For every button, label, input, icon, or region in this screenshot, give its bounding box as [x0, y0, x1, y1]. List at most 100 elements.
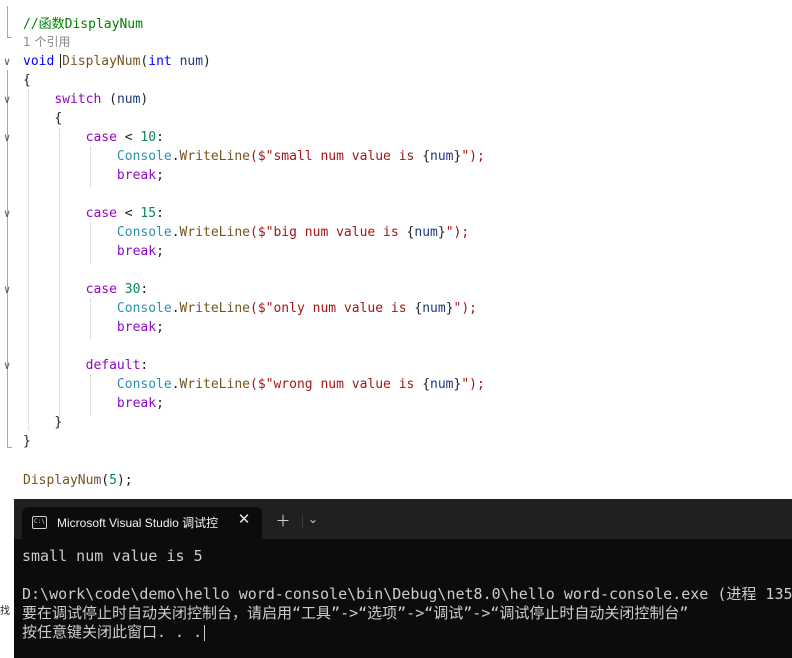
console-text: D:\work\code\demo\hello word-console\bin… [22, 585, 792, 603]
switch-statement: switch (num) [23, 90, 148, 109]
comment-text: //函数DisplayNum [23, 17, 143, 32]
string-text: wrong num value is [273, 377, 423, 392]
case-op: < [116, 206, 141, 221]
string-text: small num value is [273, 149, 423, 164]
method-writeline: WriteLine [179, 377, 250, 392]
string-text: only num value is [273, 301, 415, 316]
break-statement: break; [23, 242, 164, 261]
brace: { [23, 73, 31, 88]
switch-var: num [116, 92, 141, 107]
case-label: case < 10: [23, 128, 164, 147]
dot: . [171, 225, 180, 240]
codelens-text[interactable]: 1 个引用 [23, 35, 70, 49]
fold-toggle-icon[interactable]: ∨ [1, 128, 13, 147]
method-writeline: WriteLine [179, 225, 250, 240]
outline-guide-end [7, 37, 12, 38]
interp-brace: } [445, 301, 454, 316]
method-name: DisplayNum [60, 54, 141, 69]
dot: . [171, 377, 180, 392]
keyword-case: case [85, 282, 117, 297]
string-close: "); [461, 377, 485, 392]
string-open: ($" [250, 225, 274, 240]
method-call: DisplayNum(5); [23, 471, 133, 490]
console-tab[interactable]: C:\ Microsoft Visual Studio 调试控 ✕ [22, 507, 262, 539]
brace: { [54, 111, 63, 126]
console-output-line: D:\work\code\demo\hello word-console\bin… [22, 585, 792, 604]
paren-close: ) [203, 54, 211, 69]
case-op: < [116, 130, 141, 145]
writeline-call: Console.WriteLine($"wrong num value is {… [23, 375, 485, 394]
text-cursor [204, 624, 206, 641]
string-text: big num value is [273, 225, 407, 240]
interp-var: num [430, 377, 454, 392]
method-name: DisplayNum [23, 473, 102, 488]
fold-toggle-icon[interactable]: ∨ [1, 52, 13, 71]
dot: . [171, 149, 180, 164]
console-text: 按任意键关闭此窗口. . . [22, 623, 203, 641]
chevron-down-icon[interactable]: ⌄ [303, 512, 323, 526]
interp-brace: } [437, 225, 446, 240]
case-value: 15 [140, 206, 157, 221]
close-icon[interactable]: ✕ [234, 510, 254, 528]
keyword-void: void [23, 54, 55, 69]
param-name: num [179, 54, 204, 69]
break-statement: break; [23, 166, 164, 185]
fold-toggle-icon[interactable]: ∨ [1, 280, 13, 299]
debug-console-window[interactable]: C:\ Microsoft Visual Studio 调试控 ✕ ＋ ⌄ sm… [14, 499, 792, 658]
codelens-references[interactable]: 1 个引用 [23, 33, 70, 52]
brace: } [54, 415, 63, 430]
outline-guide [7, 6, 8, 38]
interp-brace: { [422, 377, 431, 392]
default-label: default: [23, 356, 149, 375]
paren-close: ) [140, 92, 149, 107]
interp-var: num [422, 301, 446, 316]
paren-open: ( [101, 92, 117, 107]
console-titlebar[interactable]: C:\ Microsoft Visual Studio 调试控 ✕ ＋ ⌄ [14, 499, 792, 539]
switch-brace-open: { [23, 109, 62, 128]
fold-toggle-icon[interactable]: ∨ [1, 356, 13, 375]
string-open: ($" [250, 149, 274, 164]
param-type: int [148, 54, 172, 69]
string-close: "); [445, 225, 470, 240]
string-open: ($" [250, 301, 274, 316]
case-op [117, 282, 125, 297]
code-comment: //函数DisplayNum [23, 15, 143, 34]
writeline-call: Console.WriteLine($"only num value is {n… [23, 299, 477, 318]
string-close: "); [453, 301, 477, 316]
case-label: case 30: [23, 280, 149, 299]
method-brace-close: } [23, 432, 31, 451]
semicolon: ; [156, 244, 164, 259]
console-text: small num value is 5 [22, 547, 203, 565]
dot: . [171, 301, 180, 316]
writeline-call: Console.WriteLine($"big num value is {nu… [23, 223, 469, 242]
fold-toggle-icon[interactable]: ∨ [1, 204, 13, 223]
method-writeline: WriteLine [179, 149, 250, 164]
class-console: Console [116, 377, 172, 392]
call-arg: 5 [109, 473, 117, 488]
writeline-call: Console.WriteLine($"small num value is {… [23, 147, 485, 166]
console-output-line: 要在调试停止时自动关闭控制台，请启用“工具”->“选项”->“调试”->“调试停… [22, 604, 688, 623]
class-console: Console [116, 225, 172, 240]
keyword-switch: switch [54, 92, 102, 107]
keyword-case: case [85, 130, 117, 145]
break-statement: break; [23, 394, 164, 413]
method-signature: void DisplayNum(int num) [23, 52, 211, 71]
class-console: Console [116, 301, 172, 316]
brace: } [23, 434, 31, 449]
interp-var: num [414, 225, 438, 240]
fold-toggle-icon[interactable]: ∨ [1, 90, 13, 109]
case-label: case < 15: [23, 204, 164, 223]
colon: : [140, 358, 149, 373]
semicolon: ; [156, 168, 164, 183]
interp-brace: { [422, 149, 431, 164]
plus-icon[interactable]: ＋ [273, 510, 293, 531]
break-statement: break; [23, 318, 164, 337]
paren-open: ( [101, 473, 110, 488]
terminal-icon: C:\ [32, 516, 47, 529]
code-editor[interactable]: ∨ ∨ ∨ ∨ ∨ ∨ //函数DisplayNum 1 个引用 void Di… [0, 0, 792, 500]
class-console: Console [116, 149, 172, 164]
console-text: 要在调试停止时自动关闭控制台，请启用“工具”->“选项”->“调试”->“调试停… [22, 604, 689, 622]
outline-guide [7, 70, 8, 448]
keyword-break: break [116, 168, 157, 183]
outline-guide-end [7, 447, 12, 448]
